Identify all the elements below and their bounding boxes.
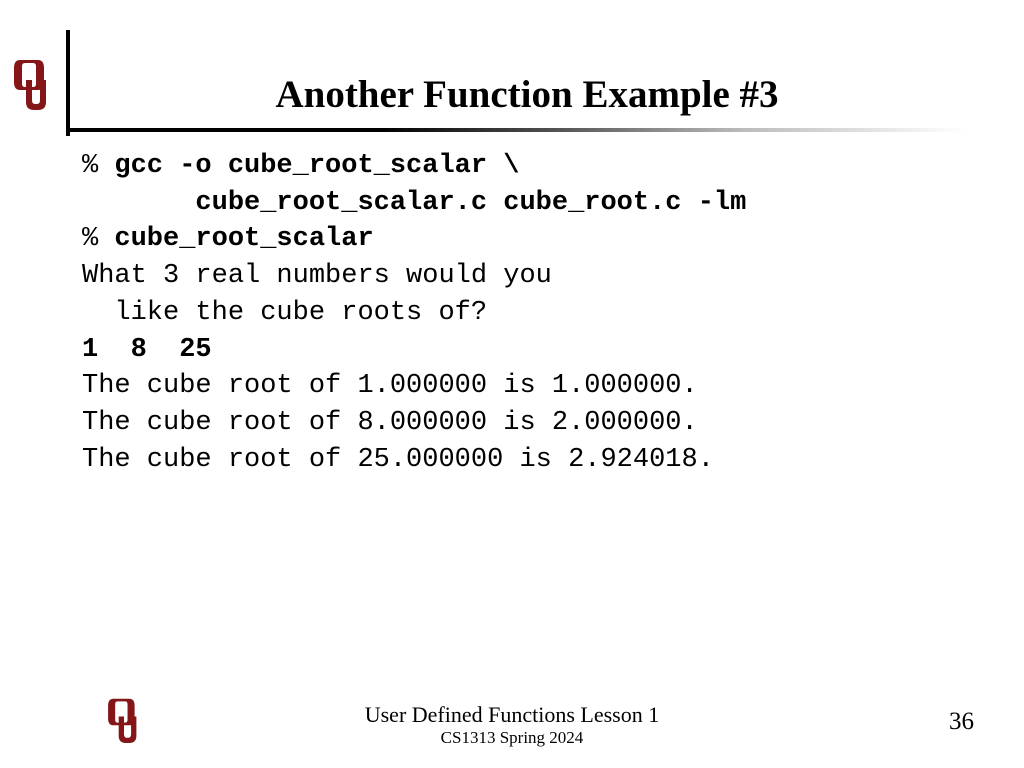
- cmd-run: cube_root_scalar: [114, 224, 373, 254]
- ou-logo-top: [14, 58, 50, 115]
- page-number: 36: [949, 708, 974, 736]
- footer-center: User Defined Functions Lesson 1 CS1313 S…: [0, 702, 1024, 748]
- output-line: The cube root of 8.000000 is 2.000000.: [82, 408, 698, 438]
- terminal-output: % gcc -o cube_root_scalar \ cube_root_sc…: [82, 148, 746, 478]
- output-line: The cube root of 25.000000 is 2.924018.: [82, 445, 714, 475]
- title-horizontal-rule: [66, 128, 966, 132]
- footer-lesson-title: User Defined Functions Lesson 1: [0, 702, 1024, 728]
- output-line: What 3 real numbers would you: [82, 261, 552, 291]
- output-line: The cube root of 1.000000 is 1.000000.: [82, 371, 698, 401]
- ou-logo-footer: [108, 697, 140, 748]
- cmd-gcc-line1: gcc -o cube_root_scalar \: [114, 151, 519, 181]
- cmd-gcc-line2: cube_root_scalar.c cube_root.c -lm: [82, 188, 746, 218]
- output-line: like the cube roots of?: [82, 298, 487, 328]
- ou-logo-icon: [108, 697, 140, 743]
- slide-title: Another Function Example #3: [70, 72, 984, 117]
- slide-footer: User Defined Functions Lesson 1 CS1313 S…: [0, 702, 1024, 748]
- footer-course: CS1313 Spring 2024: [0, 728, 1024, 748]
- ou-logo-icon: [14, 58, 50, 110]
- prompt: %: [82, 224, 114, 254]
- user-input: 1 8 25: [82, 335, 212, 365]
- prompt: %: [82, 151, 114, 181]
